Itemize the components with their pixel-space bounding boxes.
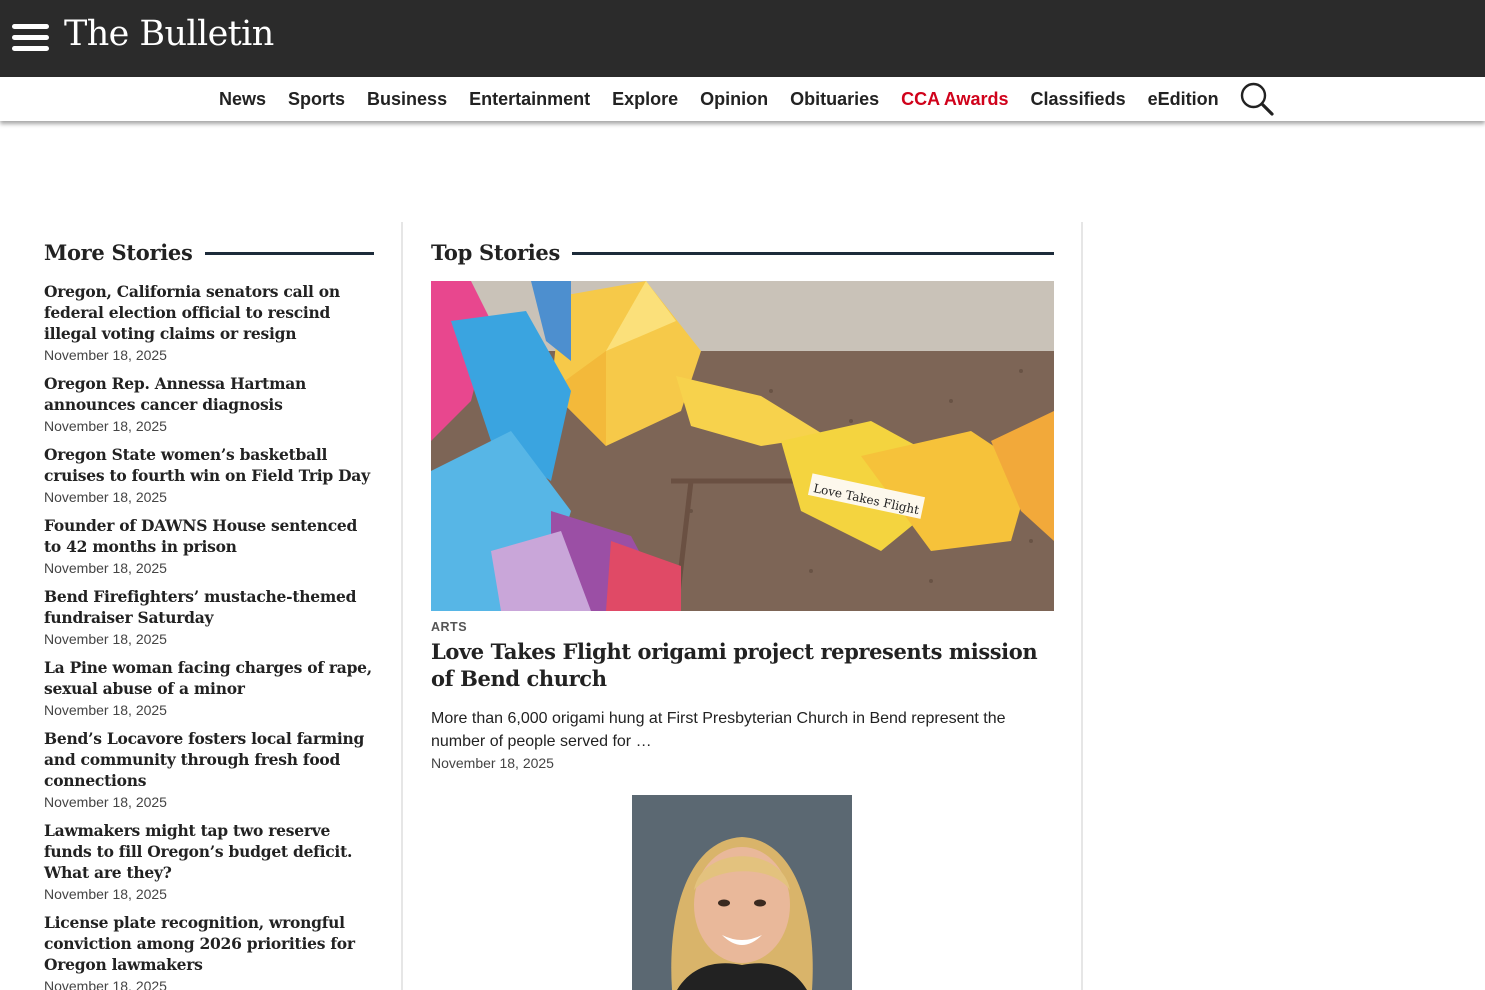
story-headline-link[interactable]: Bend Firefighters’ mustache-themed fundr…: [44, 586, 374, 628]
lead-story-date: November 18, 2025: [431, 755, 554, 771]
story-date: November 18, 2025: [44, 794, 167, 810]
more-stories-section: More Stories Oregon, California senators…: [44, 236, 374, 990]
story-date: November 18, 2025: [44, 886, 167, 902]
nav-item-sports[interactable]: Sports: [288, 89, 345, 110]
top-stories-header: Top Stories: [431, 236, 1054, 268]
story-date: November 18, 2025: [44, 489, 167, 505]
nav-item-entertainment[interactable]: Entertainment: [469, 89, 590, 110]
story-date: November 18, 2025: [44, 702, 167, 718]
column-divider: [1081, 222, 1083, 990]
story-portrait-image[interactable]: [632, 795, 852, 990]
story-headline-link[interactable]: Bend’s Locavore fosters local farming an…: [44, 728, 374, 791]
story-date: November 18, 2025: [44, 418, 167, 434]
site-header: The Bulletin: [0, 0, 1485, 77]
lead-story-headline-link[interactable]: Love Takes Flight origami project repres…: [431, 638, 1054, 692]
story-date: November 18, 2025: [44, 560, 167, 576]
section-rule: [204, 251, 374, 255]
story-date: November 18, 2025: [44, 978, 167, 990]
origami-photo: Love Takes Flight: [431, 281, 1054, 611]
story-category-link[interactable]: ARTS: [431, 620, 1054, 634]
main-nav: News Sports Business Entertainment Explo…: [0, 77, 1485, 121]
menu-bar: [12, 46, 49, 51]
story-list: Oregon, California senators call on fede…: [44, 281, 374, 990]
list-item: Oregon State women’s basketball cruises …: [44, 444, 374, 507]
list-item: Bend Firefighters’ mustache-themed fundr…: [44, 586, 374, 649]
list-item: La Pine woman facing charges of rape, se…: [44, 657, 374, 720]
lead-story-image[interactable]: Love Takes Flight: [431, 281, 1054, 611]
hamburger-menu-icon[interactable]: [12, 24, 50, 52]
story-headline-link[interactable]: Oregon, California senators call on fede…: [44, 281, 374, 344]
top-stories-section: Top Stories Love Takes Flight ARTS Love …: [431, 236, 1054, 771]
story-date: November 18, 2025: [44, 347, 167, 363]
nav-item-eedition[interactable]: eEdition: [1148, 89, 1219, 110]
column-divider: [401, 222, 403, 990]
nav-item-news[interactable]: News: [219, 89, 266, 110]
section-title: More Stories: [44, 239, 193, 265]
nav-item-opinion[interactable]: Opinion: [700, 89, 768, 110]
story-headline-link[interactable]: Oregon Rep. Annessa Hartman announces ca…: [44, 373, 374, 415]
menu-bar: [12, 35, 49, 40]
story-date: November 18, 2025: [44, 631, 167, 647]
section-title: Top Stories: [431, 239, 561, 265]
site-logo[interactable]: The Bulletin: [64, 14, 274, 54]
portrait-photo: [632, 795, 852, 990]
story-headline-link[interactable]: License plate recognition, wrongful conv…: [44, 912, 374, 975]
list-item: Oregon, California senators call on fede…: [44, 281, 374, 365]
list-item: Oregon Rep. Annessa Hartman announces ca…: [44, 373, 374, 436]
nav-item-cca-awards[interactable]: CCA Awards: [901, 89, 1008, 110]
list-item: Founder of DAWNS House sentenced to 42 m…: [44, 515, 374, 578]
nav-item-explore[interactable]: Explore: [612, 89, 678, 110]
list-item: License plate recognition, wrongful conv…: [44, 912, 374, 990]
story-headline-link[interactable]: Lawmakers might tap two reserve funds to…: [44, 820, 374, 883]
nav-item-business[interactable]: Business: [367, 89, 447, 110]
section-rule: [572, 251, 1054, 255]
list-item: Bend’s Locavore fosters local farming an…: [44, 728, 374, 812]
menu-bar: [12, 24, 49, 29]
nav-list: News Sports Business Entertainment Explo…: [219, 77, 1241, 121]
lead-story-summary: More than 6,000 origami hung at First Pr…: [431, 710, 1006, 750]
story-headline-link[interactable]: Founder of DAWNS House sentenced to 42 m…: [44, 515, 374, 557]
list-item: Lawmakers might tap two reserve funds to…: [44, 820, 374, 904]
story-headline-link[interactable]: Oregon State women’s basketball cruises …: [44, 444, 374, 486]
nav-item-obituaries[interactable]: Obituaries: [790, 89, 879, 110]
more-stories-header: More Stories: [44, 236, 374, 268]
story-headline-link[interactable]: La Pine woman facing charges of rape, se…: [44, 657, 374, 699]
nav-item-classifieds[interactable]: Classifieds: [1031, 89, 1126, 110]
search-icon[interactable]: [1240, 82, 1274, 116]
